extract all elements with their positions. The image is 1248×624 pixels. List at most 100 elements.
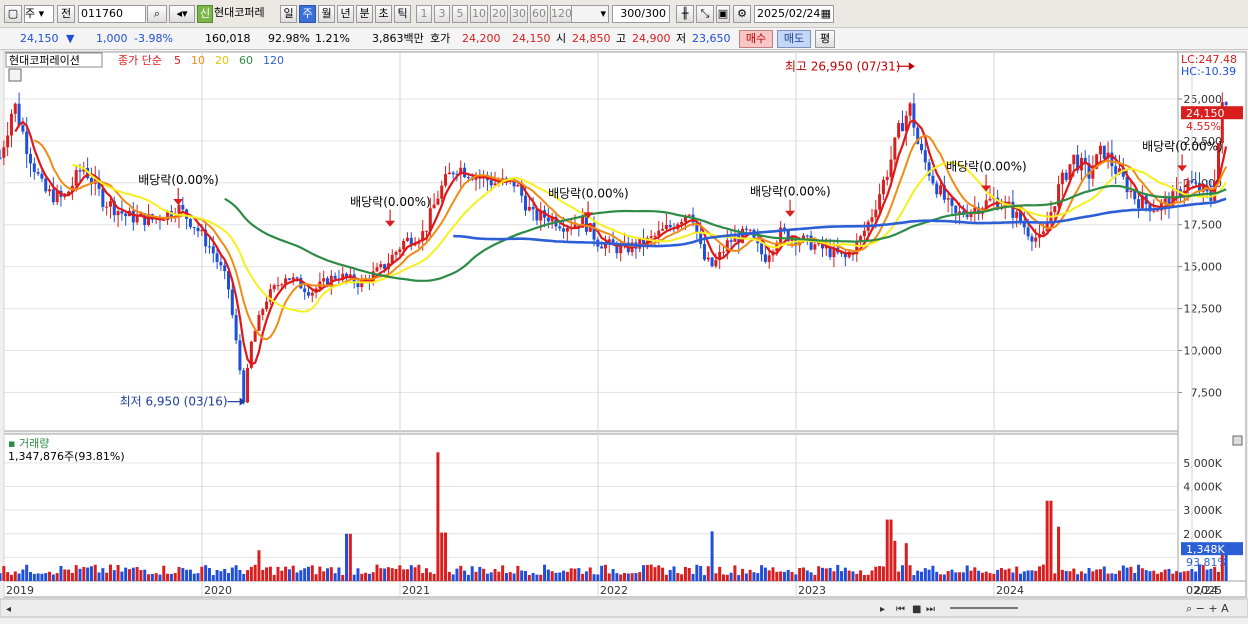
volume-bar [478,566,482,581]
candle-body [874,209,878,218]
volume-bar [265,567,269,581]
volume-bar [211,575,215,581]
ma-legend-20: 20 [215,54,229,67]
candle-body [531,206,535,210]
volume-bar [904,543,908,581]
volume-bar [493,568,497,581]
volume-bar [741,568,745,581]
candle-body [1194,182,1198,184]
volume-bar [763,567,767,581]
candle-body [1133,190,1137,200]
volume-bar [581,573,585,581]
interval-button-5[interactable]: 5 [452,5,468,23]
volume-bar [881,566,885,581]
candle-body [444,174,448,186]
candle-body [535,209,539,221]
interval-dropdown[interactable]: ▾ [571,5,609,23]
candle-body [13,103,17,114]
volume-bar [874,566,878,581]
volume-bar [6,572,10,581]
candle-body [619,246,623,254]
period-button-5[interactable]: 초 [375,5,392,23]
vol-tick-label: 3,000K [1183,504,1222,517]
save-icon[interactable]: ▣ [716,5,730,23]
candle-body [78,170,82,172]
period-button-4[interactable]: 분 [356,5,373,23]
period-button-2[interactable]: 월 [318,5,335,23]
candle-body [405,237,409,241]
code-input[interactable]: 011760 [78,5,146,23]
volume-bar [1152,570,1156,581]
volume-bar [280,570,284,581]
crosshair-icon[interactable]: ⤡ [696,5,714,23]
gear-icon[interactable]: ⚙ [733,5,751,23]
stock-chart[interactable]: 7,50010,00012,50015,00017,50020,00022,50… [0,51,1248,621]
nav-first-icon: ⏮ [896,604,905,615]
candle-body [181,205,185,210]
speaker-icon[interactable]: ◂▾ [169,5,195,23]
x-tick-label: 2024 [996,584,1024,597]
candle-body [207,246,211,248]
volume-bar [135,566,139,581]
volume-bar [870,570,874,581]
volume-bar [584,571,588,581]
volume-bar [112,570,116,581]
interval-button-10[interactable]: 10 [470,5,488,23]
volume-bar [485,573,489,581]
candle-body [1064,172,1068,180]
interval-button-20[interactable]: 20 [490,5,508,23]
interval-button-30[interactable]: 30 [510,5,528,23]
interval-button-60[interactable]: 60 [530,5,548,23]
volume-bar [813,574,817,581]
low-price: 23,650 [692,32,731,45]
volume-bar [729,572,733,581]
volume-bar [447,571,451,581]
search-icon[interactable]: ⌕ [147,5,167,23]
volume-bar [1178,572,1182,581]
buy-button[interactable]: 매수 [739,30,773,48]
vol-tick-label: 5,000K [1183,457,1222,470]
period-button-0[interactable]: 일 [280,5,297,23]
mode-select[interactable]: 주 ▾ [24,5,54,23]
window-icon[interactable]: ▢ [4,5,22,23]
panel-close-icon [1232,435,1243,446]
volume-bar [668,569,672,581]
candle-body [1011,201,1015,218]
period-button-6[interactable]: 틱 [394,5,411,23]
candle-body [440,185,444,199]
candle-body [527,206,531,211]
volume-bar [329,567,333,581]
volume-bar [984,571,988,581]
prev-button[interactable]: 전 [57,5,75,23]
date-input[interactable]: 2025/02/24 ▦ [754,5,834,23]
volume-bar [2,566,6,581]
interval-button-1[interactable]: 1 [416,5,432,23]
interval-button-120[interactable]: 120 [550,5,572,23]
interval-button-3[interactable]: 3 [434,5,450,23]
count-input[interactable]: 300/300 [612,5,670,23]
candle-body [1015,211,1019,218]
candle-icon[interactable]: ╫ [676,5,694,23]
candle-body [303,288,307,293]
calendar-icon[interactable]: ▦ [821,6,831,22]
candle-body [489,180,493,186]
toolbar: ▢ 주 ▾ 전 011760 ⌕ ◂▾ 신 현대코퍼레 ▾ 300/300 ╫ … [0,0,1248,28]
sell-button[interactable]: 매도 [777,30,811,48]
period-button-1[interactable]: 주 [299,5,316,23]
volume-bar [786,569,790,581]
candle-body [265,301,269,310]
low-annotation: 최저 6,950 (03/16) [120,395,228,409]
high-annotation: 최고 26,950 (07/31) [785,59,901,73]
candle-body [432,204,436,209]
volume-bar [51,574,55,581]
volume-bar [1003,569,1007,581]
candle-body [1152,210,1156,212]
period-button-3[interactable]: 년 [337,5,354,23]
volume-bar [425,568,429,581]
volume-bar [897,571,901,581]
candle-body [101,188,105,207]
volume-bar [1125,567,1129,581]
volume-bar [1167,568,1171,581]
volume-bar [147,574,151,581]
eval-button[interactable]: 평 [815,30,835,48]
